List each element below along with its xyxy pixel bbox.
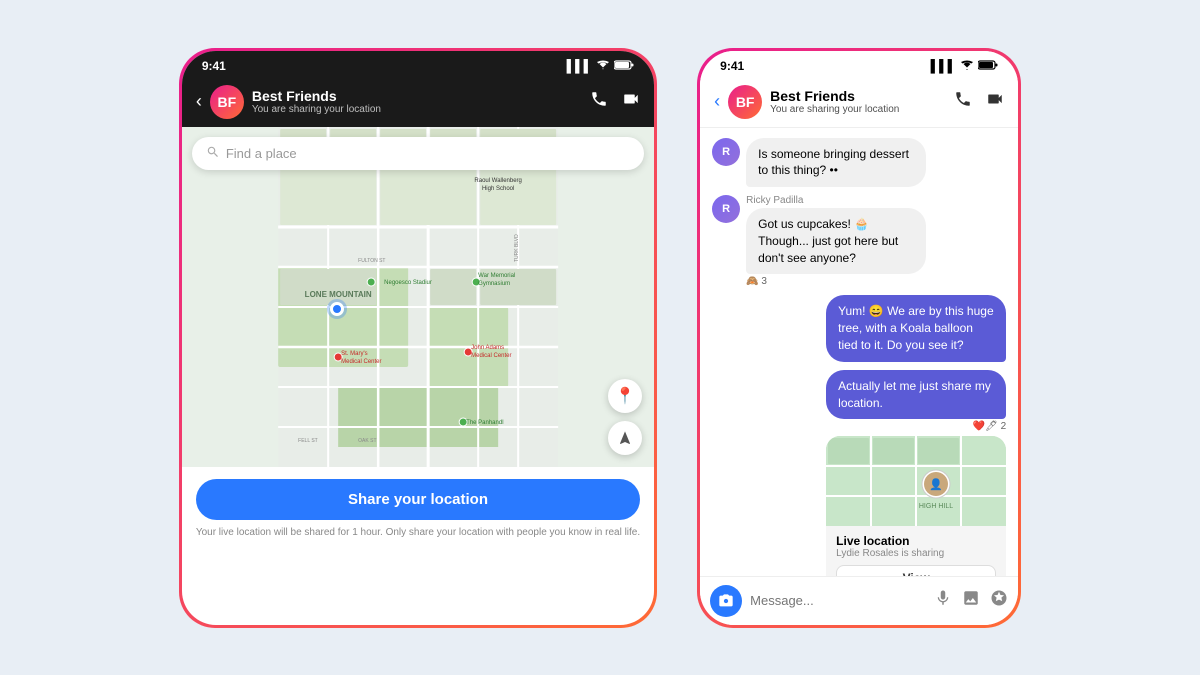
svg-text:FULTON ST: FULTON ST xyxy=(358,258,385,264)
avatar-right: BF xyxy=(728,85,762,119)
location-card: HIGH HILL 👤 Live location Lydie Rosales … xyxy=(826,436,1006,575)
camera-button[interactable] xyxy=(710,585,742,617)
svg-text:Medical Center: Medical Center xyxy=(341,359,381,365)
signal-icon-right: ▌▌▌ xyxy=(931,59,957,73)
svg-text:Gymnasium: Gymnasium xyxy=(478,281,510,287)
video-icon-left[interactable] xyxy=(622,90,640,113)
svg-text:The Panhandl: The Panhandl xyxy=(466,420,503,426)
header-info-left: Best Friends You are sharing your locati… xyxy=(252,88,582,115)
call-icon-right[interactable] xyxy=(954,90,972,113)
microphone-icon[interactable] xyxy=(934,589,952,612)
sharing-status-left: You are sharing your location xyxy=(252,104,582,115)
location-card-body: Live location Lydie Rosales is sharing V… xyxy=(826,526,1006,575)
search-bar[interactable]: Find a place xyxy=(192,137,644,170)
group-name-right: Best Friends xyxy=(770,88,946,104)
status-icons-left: ▌▌▌ xyxy=(567,59,635,73)
call-icon-left[interactable] xyxy=(590,90,608,113)
message-row-2: R Ricky Padilla Got us cupcakes! 🧁 Thoug… xyxy=(712,195,1006,287)
search-icon xyxy=(206,145,220,162)
video-icon-right[interactable] xyxy=(986,90,1004,113)
map-controls: 📍 xyxy=(608,379,642,455)
pin-button[interactable]: 📍 xyxy=(608,379,642,413)
time-right: 9:41 xyxy=(720,59,744,73)
current-location-dot xyxy=(330,302,344,316)
header-actions-left xyxy=(590,90,640,113)
location-title: Live location xyxy=(836,534,996,548)
wifi-icon-right xyxy=(960,59,974,73)
svg-text:Negoesco Stadiur: Negoesco Stadiur xyxy=(384,280,432,286)
signal-icon-left: ▌▌▌ xyxy=(567,59,593,73)
group-name-left: Best Friends xyxy=(252,88,582,104)
avatar-msg-1: R xyxy=(712,138,740,166)
status-bar-right: 9:41 ▌▌▌ xyxy=(700,51,1018,77)
bubble-3: Yum! 😄 We are by this huge tree, with a … xyxy=(826,295,1006,361)
svg-text:War Memorial: War Memorial xyxy=(478,273,515,279)
time-left: 9:41 xyxy=(202,59,226,73)
share-location-button[interactable]: Share your location xyxy=(196,479,640,520)
message-row-4: Actually let me just share my location. … xyxy=(712,370,1006,576)
message-text-1: Is someone bringing dessert to this thin… xyxy=(758,147,909,178)
svg-text:OAK ST: OAK ST xyxy=(358,438,376,444)
share-note: Your live location will be shared for 1 … xyxy=(196,526,640,540)
status-icons-right: ▌▌▌ xyxy=(931,59,999,73)
location-map-thumbnail: HIGH HILL 👤 xyxy=(826,436,1006,526)
svg-text:St. Mary's: St. Mary's xyxy=(341,351,367,357)
svg-text:FELL ST: FELL ST xyxy=(298,438,318,444)
svg-text:John Adams: John Adams xyxy=(471,345,504,351)
svg-text:LONE MOUNTAIN: LONE MOUNTAIN xyxy=(305,290,372,299)
sticker-icon[interactable] xyxy=(990,589,1008,612)
bottom-action: Share your location Your live location w… xyxy=(182,467,654,546)
search-placeholder: Find a place xyxy=(226,146,297,161)
map-svg: LONE MOUNTAIN Raoul Wallenberg High Scho… xyxy=(182,127,654,467)
message-input-row xyxy=(700,576,1018,625)
messages-area[interactable]: R Is someone bringing dessert to this th… xyxy=(700,128,1018,576)
svg-text:Medical Center: Medical Center xyxy=(471,353,511,359)
chat-header-left: ‹ BF Best Friends You are sharing your l… xyxy=(182,77,654,127)
input-actions xyxy=(934,589,1008,612)
bubble-2: Got us cupcakes! 🧁 Though... just got he… xyxy=(746,208,926,274)
avatar-msg-2: R xyxy=(712,195,740,223)
phone-right: 9:41 ▌▌▌ ‹ BF xyxy=(697,48,1021,628)
navigate-button[interactable] xyxy=(608,421,642,455)
battery-icon-right xyxy=(978,59,998,73)
photo-icon[interactable] xyxy=(962,589,980,612)
message-row-3: Yum! 😄 We are by this huge tree, with a … xyxy=(712,295,1006,361)
view-location-button[interactable]: View xyxy=(836,565,996,575)
bubble-1: Is someone bringing dessert to this thin… xyxy=(746,138,926,188)
header-info-right: Best Friends You are sharing your locati… xyxy=(770,88,946,115)
location-subtitle: Lydie Rosales is sharing xyxy=(836,548,996,559)
message-text-2: Got us cupcakes! 🧁 Though... just got he… xyxy=(758,217,898,265)
back-button-left[interactable]: ‹ xyxy=(196,91,202,112)
sharing-status-right: You are sharing your location xyxy=(770,104,946,115)
reactions-4: ❤️🖊 2 xyxy=(826,421,1006,432)
svg-text:High School: High School xyxy=(482,186,514,192)
svg-text:HIGH HILL: HIGH HILL xyxy=(919,503,953,510)
avatar-left: BF xyxy=(210,85,244,119)
message-text-3: Yum! 😄 We are by this huge tree, with a … xyxy=(838,304,993,352)
wifi-icon-left xyxy=(596,59,610,73)
svg-text:Raoul Wallenberg: Raoul Wallenberg xyxy=(474,178,521,184)
sender-name-2: Ricky Padilla xyxy=(746,195,926,206)
chat-header-right: ‹ BF Best Friends You are sharing your l… xyxy=(700,77,1018,128)
map-container[interactable]: LONE MOUNTAIN Raoul Wallenberg High Scho… xyxy=(182,127,654,467)
message-row-1: R Is someone bringing dessert to this th… xyxy=(712,138,1006,188)
svg-text:TURK BLVD: TURK BLVD xyxy=(514,233,520,261)
reactions-2: 🙈 3 xyxy=(746,276,926,287)
bubble-4: Actually let me just share my location. xyxy=(826,370,1006,420)
message-input[interactable] xyxy=(750,593,926,608)
battery-icon-left xyxy=(614,59,634,73)
status-bar-left: 9:41 ▌▌▌ xyxy=(182,51,654,77)
back-button-right[interactable]: ‹ xyxy=(714,91,720,112)
phone-left: 9:41 ▌▌▌ ‹ BF xyxy=(179,48,657,628)
svg-text:👤: 👤 xyxy=(929,478,943,491)
message-text-4: Actually let me just share my location. xyxy=(838,379,991,410)
header-actions-right xyxy=(954,90,1004,113)
